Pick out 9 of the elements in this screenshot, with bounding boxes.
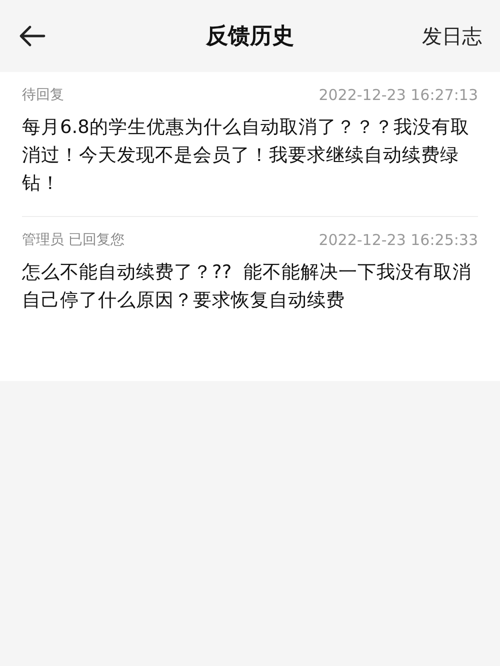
reply-status: 待回复 xyxy=(22,86,64,104)
reply-status: 管理员 已回复您 xyxy=(22,231,124,249)
timestamp: 2022-12-23 16:25:33 xyxy=(318,231,478,249)
page-title: 反馈历史 xyxy=(206,23,294,51)
feedback-message: 每月6.8的学生优惠为什么自动取消了？？？我没有取消过！今天发现不是会员了！我要求继续自动续费绿钻！ xyxy=(22,116,470,196)
post-log-button[interactable]: 发日志 xyxy=(422,22,482,50)
timestamp: 2022-12-23 16:27:13 xyxy=(318,86,478,104)
feedback-message: 怎么不能自动续费了？?? 能不能解决一下我没有取消自己停了什么原因？要求恢复自动续费 xyxy=(22,261,472,313)
back-arrow-icon xyxy=(18,25,46,47)
